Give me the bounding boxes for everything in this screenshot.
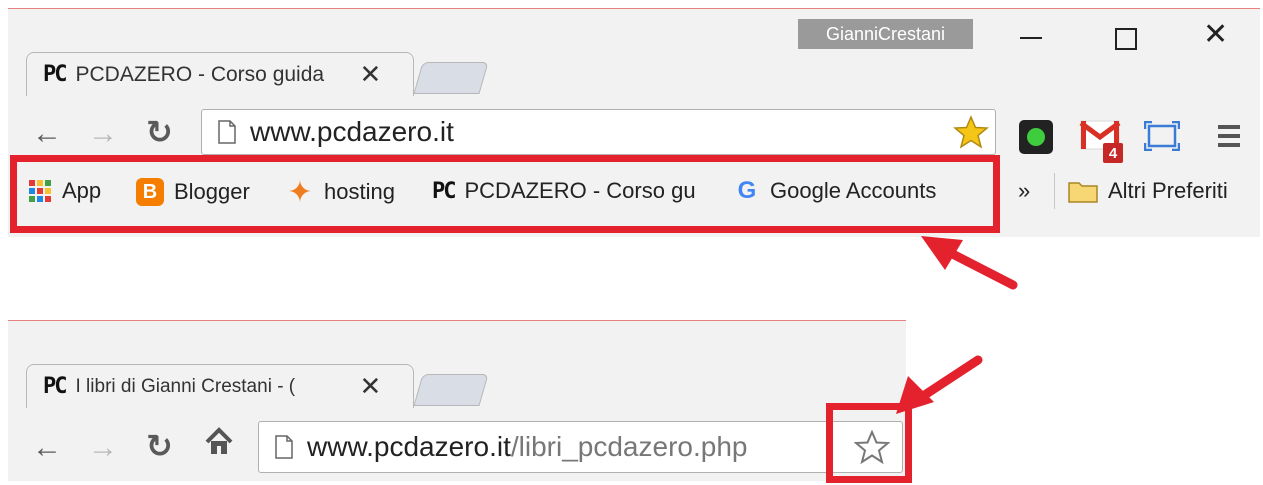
bookmark-label: PCDAZERO - Corso gu (464, 178, 696, 203)
green-dot-extension-icon[interactable] (1019, 120, 1053, 154)
tab-title: I libri di Gianni Crestani - ( (75, 375, 296, 397)
minimize-button[interactable] (1020, 37, 1042, 39)
maximize-button[interactable] (1115, 28, 1137, 50)
home-icon[interactable] (204, 427, 234, 465)
reload-icon[interactable]: ↻ (146, 427, 173, 465)
close-window-button[interactable]: ✕ (1203, 20, 1228, 50)
page-icon (275, 435, 293, 459)
address-bar[interactable]: www.pcdazero.it (201, 109, 996, 155)
folder-icon (1068, 179, 1098, 203)
bookmark-pcdazero[interactable]: PC PCDAZERO - Corso gu (432, 178, 703, 204)
bookmark-label: Blogger (174, 179, 250, 204)
bookmark-label: App (62, 178, 102, 203)
bookmark-label: Altri Preferiti (1108, 178, 1228, 203)
bookmark-star-icon[interactable] (953, 115, 989, 149)
back-icon[interactable]: ← (32, 431, 62, 465)
url-host: www.pcdazero.it (307, 431, 511, 462)
bookmark-star-icon[interactable] (854, 430, 890, 464)
back-icon[interactable]: ← (32, 117, 62, 151)
bookmark-blogger[interactable]: B Blogger (136, 178, 250, 206)
address-bar[interactable]: www.pcdazero.it/libri_pcdazero.php (258, 421, 903, 473)
menu-icon[interactable] (1218, 125, 1240, 147)
new-tab-button[interactable] (413, 374, 489, 406)
forward-icon[interactable]: → (88, 431, 118, 465)
google-g-icon: G (737, 177, 757, 204)
pc-logo-icon: PC (43, 374, 67, 399)
active-tab[interactable]: PC PCDAZERO - Corso guida ✕ (26, 52, 414, 96)
tab-close-icon[interactable]: ✕ (360, 371, 382, 402)
bottom-browser-window: PC I libri di Gianni Crestani - ( ✕ ← → … (8, 320, 906, 481)
tab-title: PCDAZERO - Corso guida (75, 62, 325, 86)
profile-name: GianniCrestani (825, 23, 946, 44)
blogger-icon: B (136, 178, 164, 206)
bookmarks-bar: App B Blogger ✦ hosting PC PCDAZERO - Co… (8, 161, 1260, 225)
bookmarks-overflow-button[interactable]: » (1018, 178, 1030, 204)
bookmark-app[interactable]: App (28, 178, 101, 204)
page-icon (218, 120, 236, 144)
active-tab[interactable]: PC I libri di Gianni Crestani - ( ✕ (26, 364, 414, 408)
hosting-star-icon: ✦ (287, 175, 313, 209)
url-path: /libri_pcdazero.php (510, 431, 748, 462)
pc-logo-icon: PC (432, 178, 456, 204)
new-tab-button[interactable] (413, 62, 489, 94)
screen-capture-icon[interactable] (1143, 120, 1181, 156)
forward-icon[interactable]: → (88, 117, 118, 151)
profile-badge[interactable]: GianniCrestani (798, 19, 973, 49)
pc-logo-icon: PC (43, 62, 67, 87)
gmail-extension-icon[interactable]: 4 (1079, 117, 1123, 163)
bookmark-label: hosting (324, 179, 395, 204)
bookmark-hosting[interactable]: ✦ hosting (286, 175, 395, 209)
apps-grid-icon (28, 179, 52, 203)
other-bookmarks-folder[interactable]: Altri Preferiti (1068, 178, 1228, 204)
tab-close-icon[interactable]: ✕ (360, 59, 382, 90)
top-browser-window: GianniCrestani ✕ PC PCDAZERO - Corso gui… (8, 8, 1260, 237)
gmail-unread-badge: 4 (1103, 143, 1123, 163)
reload-icon[interactable]: ↻ (146, 113, 173, 151)
url-text: www.pcdazero.it (250, 116, 454, 147)
red-arrow-icon (896, 355, 983, 414)
bookmark-google-accounts[interactable]: G Google Accounts (734, 177, 937, 204)
red-arrow-icon (921, 236, 1018, 290)
url-text: www.pcdazero.it/libri_pcdazero.php (307, 431, 747, 463)
bookmarks-separator (1054, 173, 1055, 209)
bookmark-label: Google Accounts (770, 178, 937, 203)
